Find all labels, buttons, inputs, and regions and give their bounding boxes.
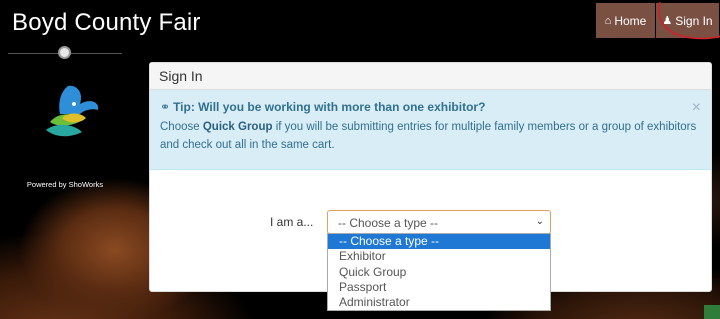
tip-title-text: Tip: Will you be working with more than … — [173, 100, 486, 114]
tip-title: ⚭ Tip: Will you be working with more tha… — [160, 100, 701, 114]
close-icon[interactable]: × — [692, 100, 701, 116]
dropdown-option[interactable]: Administrator — [328, 295, 550, 310]
user-type-row: I am a... -- Choose a type -- ⌄ — [150, 210, 713, 234]
powered-by-text: Powered by ShoWorks — [26, 180, 104, 189]
tip-body-prefix: Choose — [160, 121, 203, 133]
tip-body-bold: Quick Group — [202, 121, 273, 133]
panel-heading: Sign In — [150, 63, 711, 90]
dropdown-option[interactable]: Exhibitor — [328, 249, 550, 264]
chevron-down-icon: ⌄ — [535, 216, 544, 227]
lightbulb-icon: ⚭ — [160, 100, 171, 114]
dropdown-option[interactable]: Quick Group — [328, 265, 550, 280]
tip-body: Choose Quick Group if you will be submit… — [160, 118, 701, 154]
dropdown-option[interactable]: -- Choose a type -- — [328, 234, 550, 250]
site-title[interactable]: Boyd County Fair — [12, 9, 201, 37]
home-icon: ⌂ — [604, 14, 612, 27]
user-type-dropdown: -- Choose a type -- Exhibitor Quick Group P… — [327, 233, 551, 311]
sidebar-toggle-dot[interactable] — [58, 46, 71, 59]
bottom-corner-decoration — [704, 305, 720, 319]
home-nav-label: Home — [614, 13, 647, 28]
tip-alert: ⚭ Tip: Will you be working with more tha… — [150, 90, 711, 170]
red-annotation-circle — [658, 1, 720, 40]
showorks-logo-icon — [46, 85, 99, 137]
user-type-label: I am a... — [270, 215, 314, 229]
dropdown-option[interactable]: Passport — [328, 280, 550, 295]
top-navbar: Boyd County Fair ⌂ Home ♟ Sign In — [0, 0, 720, 42]
user-type-select[interactable]: -- Choose a type -- ⌄ — [327, 210, 551, 234]
home-nav-button[interactable]: ⌂ Home — [596, 3, 655, 38]
user-type-select-value: -- Choose a type -- — [338, 216, 439, 230]
